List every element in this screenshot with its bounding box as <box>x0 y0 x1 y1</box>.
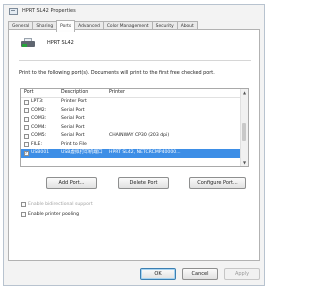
port-printer: HPRT SL42, NETCRCMP40000... <box>109 150 181 155</box>
port-cell: COM4: <box>21 124 61 133</box>
port-checkbox[interactable] <box>24 116 29 122</box>
bidirectional-label: Enable bidirectional support <box>28 202 93 207</box>
scroll-up-arrow-icon[interactable]: ▲ <box>241 89 248 96</box>
printer-app-icon <box>9 7 18 15</box>
port-name: COM4: <box>31 124 47 130</box>
divider <box>19 60 251 61</box>
title-bar[interactable]: HPRT SL42 Properties <box>4 5 264 17</box>
printer-header: HPRT SL42 <box>21 38 74 48</box>
port-description: Serial Port <box>61 107 85 113</box>
port-name: FILE: <box>31 141 43 147</box>
port-description: USB虚拟打印机端口 <box>61 150 103 155</box>
apply-button[interactable]: Apply <box>224 268 260 280</box>
port-printer <box>109 107 241 116</box>
port-description: Printer Port <box>61 99 87 104</box>
port-printer <box>109 115 241 124</box>
delete-port-button[interactable]: Delete Port <box>118 177 169 189</box>
printer-properties-window: HPRT SL42 Properties General Sharing Por… <box>3 4 265 286</box>
port-list-scrollbar[interactable]: ▲ ▼ <box>240 89 248 166</box>
port-checkbox[interactable] <box>24 99 29 105</box>
port-checkbox[interactable] <box>24 142 29 148</box>
port-description: Serial Port <box>61 124 85 130</box>
printer-name: HPRT SL42 <box>47 40 74 46</box>
column-header-description[interactable]: Description <box>61 89 109 97</box>
port-row[interactable]: COM3: Serial Port <box>21 115 248 124</box>
port-row[interactable]: COM4: Serial Port <box>21 124 248 133</box>
printer-pooling-checkbox[interactable] <box>21 212 26 217</box>
printer-icon <box>21 38 35 48</box>
port-cell: ✓ USB001 <box>21 149 61 158</box>
port-cell: FILE: <box>21 141 61 150</box>
port-list[interactable]: Port Description Printer LPT3: Printer Po… <box>20 88 249 167</box>
add-port-button[interactable]: Add Port... <box>46 177 97 189</box>
bidirectional-option[interactable]: Enable bidirectional support <box>21 202 93 207</box>
port-checkbox[interactable] <box>24 133 29 139</box>
checkmark-icon: ✓ <box>24 150 29 155</box>
ports-panel: HPRT SL42 Print to the following port(s)… <box>8 29 260 261</box>
port-printer <box>109 141 241 150</box>
port-description: Print to File <box>61 141 87 147</box>
port-printer: CHAINWAY CP30 (203 dpi) <box>109 133 170 138</box>
printer-pooling-option[interactable]: Enable printer pooling <box>21 212 79 217</box>
port-name: COM5: <box>31 133 47 138</box>
port-row[interactable]: FILE: Print to File <box>21 141 248 150</box>
window-title: HPRT SL42 Properties <box>22 8 76 14</box>
scroll-thumb[interactable] <box>242 123 246 141</box>
port-name: COM2: <box>31 107 47 113</box>
ok-button[interactable]: OK <box>140 268 176 280</box>
port-checkbox[interactable] <box>24 108 29 114</box>
port-checkbox[interactable] <box>24 125 29 131</box>
port-row[interactable]: COM2: Serial Port <box>21 107 248 116</box>
port-description: Serial Port <box>61 116 85 121</box>
cancel-button[interactable]: Cancel <box>182 268 218 280</box>
port-checkbox[interactable]: ✓ <box>24 150 29 156</box>
port-name: COM3: <box>31 116 47 121</box>
port-instructions: Print to the following port(s). Document… <box>19 70 215 76</box>
port-cell: COM5: <box>21 132 61 141</box>
port-name: LPT3: <box>31 99 44 104</box>
tab-ports[interactable]: Ports <box>56 20 76 32</box>
port-row[interactable]: ✓ USB001 USB虚拟打印机端口 HPRT SL42, NETCRCMP4000… <box>21 149 248 158</box>
port-name: USB001 <box>31 150 50 155</box>
scroll-down-arrow-icon[interactable]: ▼ <box>241 159 248 166</box>
port-list-header: Port Description Printer <box>21 89 248 98</box>
port-cell: COM3: <box>21 115 61 124</box>
port-description: Serial Port <box>61 133 85 138</box>
configure-port-button[interactable]: Configure Port... <box>189 177 246 189</box>
port-printer <box>109 98 241 107</box>
port-row[interactable]: LPT3: Printer Port <box>21 98 248 107</box>
port-cell: LPT3: <box>21 98 61 107</box>
column-header-port[interactable]: Port <box>21 89 61 97</box>
column-header-printer[interactable]: Printer <box>109 89 241 97</box>
port-printer <box>109 124 241 133</box>
port-cell: COM2: <box>21 107 61 116</box>
port-row[interactable]: COM5: Serial Port CHAINWAY CP30 (203 dpi) <box>21 132 248 141</box>
bidirectional-checkbox[interactable] <box>21 202 26 207</box>
printer-pooling-label: Enable printer pooling <box>28 212 79 217</box>
